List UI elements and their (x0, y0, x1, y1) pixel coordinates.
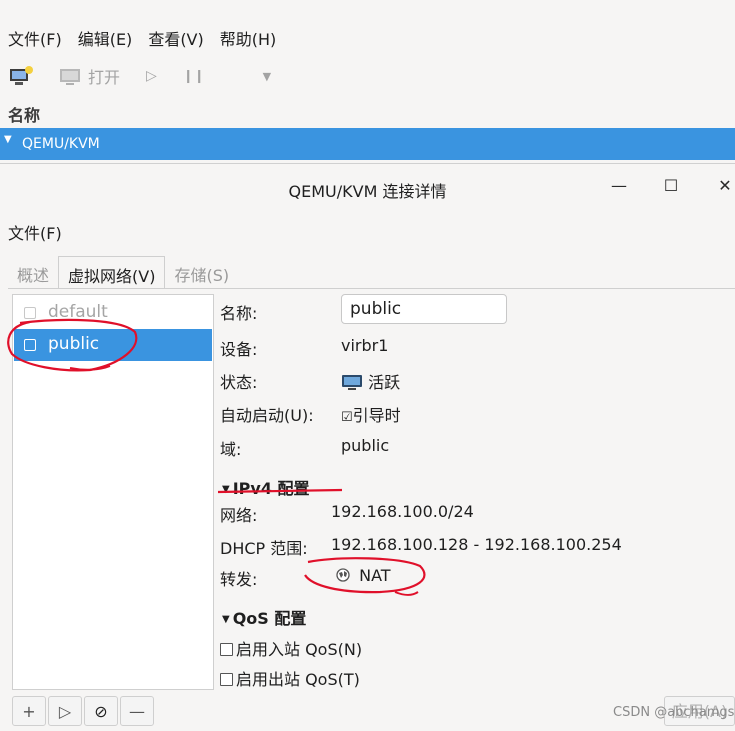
qos-section-header[interactable]: ▼ QoS 配置 (222, 605, 306, 629)
state-value: 活跃 (368, 373, 401, 392)
menu-help[interactable]: 帮助(H) (220, 26, 277, 50)
collapse-arrow-icon: ▼ (222, 484, 230, 495)
dhcp-value: 192.168.100.128 - 192.168.100.254 (331, 535, 622, 554)
open-button[interactable]: 打开 (88, 64, 120, 88)
qos-section-title: QoS 配置 (232, 609, 307, 628)
network-item-public[interactable]: public (14, 329, 212, 361)
close-button[interactable]: ✕ (711, 176, 735, 198)
ipv4-section-header[interactable]: ▼ IPv4 配置 (222, 475, 310, 499)
start-network-button[interactable]: ▷ (48, 696, 82, 726)
autostart-label: 自动启动(U): (220, 406, 314, 425)
device-label: 设备: (220, 340, 258, 359)
minimize-button[interactable]: — (605, 176, 633, 198)
add-network-button[interactable]: + (12, 696, 46, 726)
state-label: 状态: (220, 373, 258, 392)
main-toolbar: 打开 ▷ ❙❙ ▼ (8, 62, 271, 90)
dialog-menu-file[interactable]: 文件(F) (8, 220, 62, 244)
checkbox-box (220, 643, 233, 656)
maximize-button[interactable]: ☐ (657, 176, 685, 198)
play-icon[interactable]: ▷ (146, 68, 157, 84)
network-value: 192.168.100.0/24 (331, 502, 474, 521)
watermark: CSDN @abchamgs (613, 705, 735, 720)
qos-inbound-checkbox[interactable]: 启用入站 QoS(N) (220, 636, 362, 660)
network-name: default (48, 302, 108, 322)
qos-outbound-label: 启用出站 QoS(T) (236, 670, 360, 689)
expand-arrow-icon[interactable]: ▼ (4, 134, 12, 145)
ipv4-section-title: IPv4 配置 (232, 479, 310, 498)
dhcp-label: DHCP 范围: (220, 539, 308, 558)
forward-value: NAT (359, 566, 391, 585)
checkbox-box (220, 673, 233, 686)
stop-network-button[interactable]: ⊘ (84, 696, 118, 726)
column-header-name: 名称 (8, 106, 41, 125)
collapse-arrow-icon: ▼ (222, 614, 230, 625)
autostart-value: 引导时 (352, 406, 401, 425)
pause-icon[interactable]: ❙❙ (183, 69, 205, 84)
qos-outbound-checkbox[interactable]: 启用出站 QoS(T) (220, 666, 360, 690)
connection-label: QEMU/KVM (22, 136, 100, 152)
network-status-icon (24, 307, 36, 319)
network-actions: + ▷ ⊘ — (12, 696, 156, 726)
state-value-wrap: 活跃 (341, 369, 400, 393)
connection-details-dialog: QEMU/KVM 连接详情 — ☐ ✕ 文件(F) 概述 虚拟网络(V) 存储(… (0, 163, 735, 731)
menu-edit[interactable]: 编辑(E) (78, 26, 133, 50)
globe-icon (336, 568, 350, 582)
main-menubar: 文件(F) 编辑(E) 查看(V) 帮助(H) (8, 26, 276, 50)
autostart-checkbox[interactable]: ☑引导时 (341, 402, 401, 426)
monitor-icon[interactable] (58, 65, 84, 87)
state-active-icon (342, 375, 362, 390)
domain-value: public (341, 436, 390, 455)
tab-panel-divider (8, 288, 735, 289)
network-status-icon (24, 339, 36, 351)
network-name: public (48, 334, 100, 354)
name-field[interactable]: public (341, 294, 507, 324)
dropdown-arrow-icon[interactable]: ▼ (263, 70, 271, 83)
tab-virtual-networks[interactable]: 虚拟网络(V) (58, 256, 166, 288)
forward-label: 转发: (220, 570, 258, 589)
connection-row[interactable]: ▼ QEMU/KVM (0, 128, 735, 160)
menu-view[interactable]: 查看(V) (148, 26, 203, 50)
check-icon: ☑ (341, 410, 353, 425)
menu-file[interactable]: 文件(F) (8, 26, 62, 50)
new-vm-icon[interactable] (8, 65, 34, 87)
domain-label: 域: (220, 440, 242, 459)
tab-overview[interactable]: 概述 (8, 256, 58, 288)
name-label: 名称: (220, 304, 258, 323)
forward-value-wrap: NAT (336, 566, 391, 585)
titlebar: QEMU/KVM 连接详情 — ☐ ✕ (0, 164, 735, 210)
delete-network-button[interactable]: — (120, 696, 154, 726)
tab-storage[interactable]: 存储(S) (165, 256, 238, 288)
network-item-default[interactable]: default (14, 297, 212, 329)
network-details: 名称: public 设备: virbr1 状态: 活跃 自动启动(U): ☑引… (220, 294, 735, 694)
tab-bar: 概述 虚拟网络(V) 存储(S) (8, 256, 238, 288)
network-label: 网络: (220, 506, 258, 525)
device-value: virbr1 (341, 336, 389, 355)
qos-inbound-label: 启用入站 QoS(N) (236, 640, 363, 659)
network-list: default public (12, 294, 214, 690)
